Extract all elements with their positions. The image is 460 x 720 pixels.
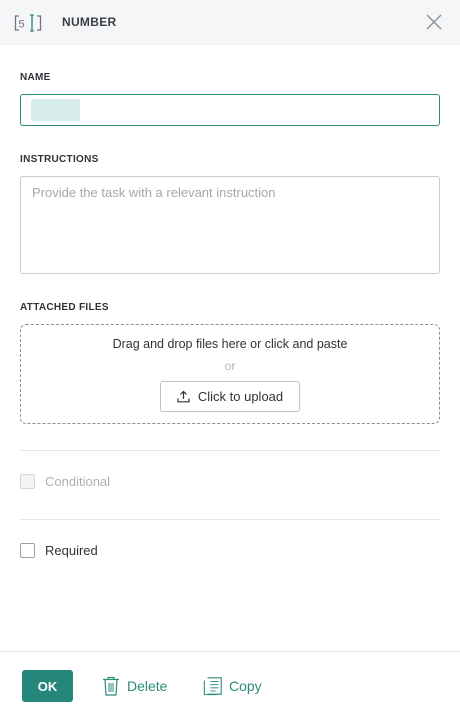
- instructions-textarea[interactable]: [20, 176, 440, 274]
- delete-button[interactable]: Delete: [101, 670, 167, 702]
- required-option[interactable]: Required: [20, 543, 98, 558]
- close-icon[interactable]: [424, 12, 444, 32]
- number-field-icon: 5: [14, 14, 42, 32]
- attached-files-label: ATTACHED FILES: [20, 302, 109, 313]
- ok-button[interactable]: OK: [22, 670, 73, 702]
- required-checkbox[interactable]: [20, 543, 35, 558]
- delete-label: Delete: [127, 678, 168, 694]
- conditional-label: Conditional: [45, 474, 111, 489]
- divider: [20, 450, 440, 451]
- dialog-footer: OK Delete Copy: [0, 651, 460, 720]
- conditional-checkbox: [20, 474, 35, 489]
- dropzone-instruction: Drag and drop files here or click and pa…: [112, 337, 348, 351]
- copy-label: Copy: [229, 678, 262, 694]
- dialog-header: 5 NUMBER: [0, 0, 460, 45]
- trash-icon: [103, 676, 119, 696]
- dialog-title: NUMBER: [62, 15, 117, 29]
- instructions-label: INSTRUCTIONS: [20, 154, 99, 165]
- document-copy-icon: [203, 677, 222, 696]
- conditional-option: Conditional: [20, 474, 110, 489]
- upload-button-label: Click to upload: [197, 389, 284, 404]
- file-dropzone[interactable]: Drag and drop files here or click and pa…: [20, 324, 440, 424]
- divider: [20, 519, 440, 520]
- upload-button[interactable]: Click to upload: [160, 381, 300, 412]
- copy-button[interactable]: Copy: [203, 670, 262, 702]
- name-input[interactable]: [20, 94, 440, 126]
- svg-text:5: 5: [19, 19, 25, 31]
- dropzone-or-text: or: [224, 359, 236, 373]
- name-label: NAME: [20, 72, 51, 83]
- required-label[interactable]: Required: [45, 543, 98, 558]
- upload-icon: [177, 390, 190, 403]
